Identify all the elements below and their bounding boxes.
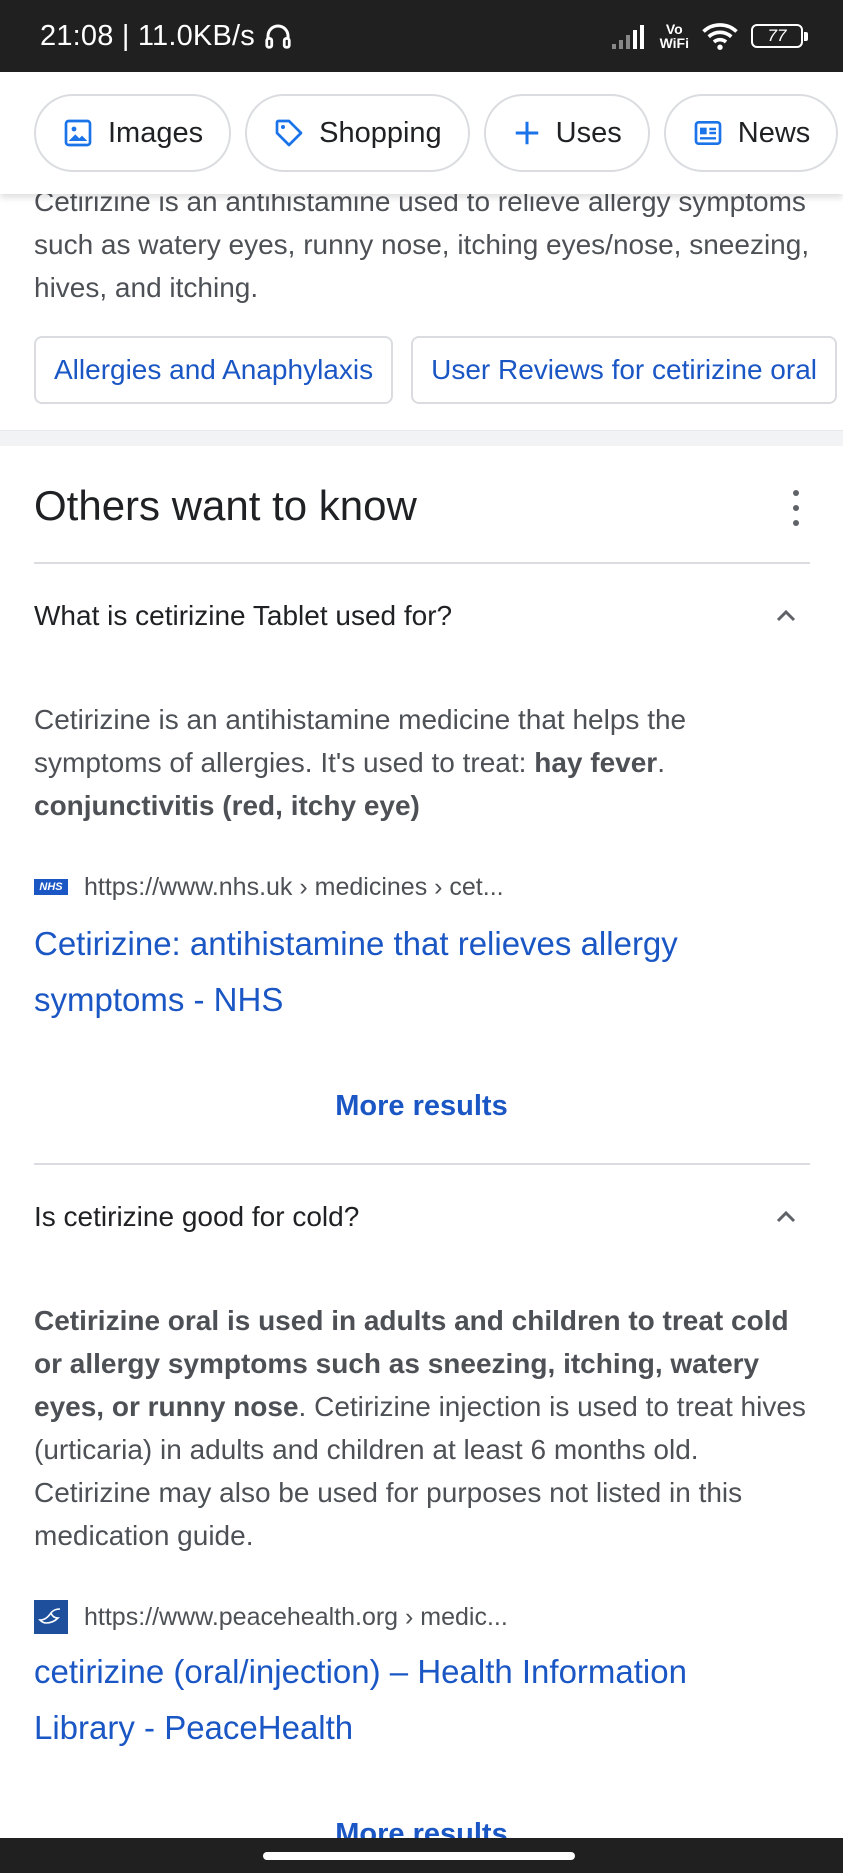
source-url: https://www.peacehealth.org › medic... (84, 1602, 508, 1631)
more-results-button[interactable]: More results (0, 1090, 843, 1123)
chip-images[interactable]: Images (34, 94, 232, 172)
question-text: Is cetirizine good for cold? (34, 1201, 360, 1232)
source-url: https://www.nhs.uk › medicines › cet... (84, 872, 504, 901)
search-filter-chips: Images Shopping Uses News (0, 72, 843, 194)
chip-news[interactable]: News (663, 94, 839, 172)
status-left: 21:08 | 11.0KB/s (40, 20, 293, 53)
question-text: What is cetirizine Tablet used for? (34, 600, 453, 631)
answer-bold: conjunctivitis (red, itchy eye) (34, 790, 420, 821)
battery-icon: 77 (751, 24, 808, 48)
result-title-link[interactable]: cetirizine (oral/injection) – Health Inf… (34, 1644, 774, 1756)
section-divider (0, 430, 843, 446)
source-row[interactable]: NHS https://www.nhs.uk › medicines › cet… (34, 870, 504, 904)
tag-icon (275, 119, 303, 147)
nhs-favicon-text: NHS (34, 879, 68, 895)
battery-level: 77 (767, 26, 787, 45)
chip-news-label: News (737, 116, 811, 149)
wifi-icon (702, 23, 738, 50)
link-chip-user-reviews[interactable]: User Reviews for cetirizine oral (411, 336, 837, 404)
source-row[interactable]: https://www.peacehealth.org › medic... (34, 1600, 508, 1634)
vowifi-bottom: WiFi (659, 35, 689, 51)
chevron-up-icon[interactable] (774, 1205, 798, 1229)
result-title-link[interactable]: Cetirizine: antihistamine that relieves … (34, 916, 774, 1028)
chevron-up-icon[interactable] (774, 604, 798, 628)
chip-uses[interactable]: Uses (483, 94, 650, 172)
question-row[interactable]: Is cetirizine good for cold? (34, 1165, 810, 1269)
link-chip-allergies[interactable]: Allergies and Anaphylaxis (34, 336, 394, 404)
answer-text: Cetirizine oral is used in adults and ch… (34, 1299, 814, 1557)
more-options-icon[interactable] (786, 490, 806, 526)
signal-icon (611, 25, 644, 49)
nhs-favicon-icon: NHS (34, 870, 68, 904)
answer-plain: . (657, 747, 665, 778)
status-right: Vo WiFi 77 (610, 21, 808, 51)
chip-uses-label: Uses (555, 116, 622, 149)
dove-icon (38, 1608, 61, 1624)
image-icon (64, 119, 92, 147)
chip-shopping[interactable]: Shopping (245, 94, 470, 172)
plus-icon (515, 121, 538, 145)
question-row[interactable]: What is cetirizine Tablet used for? (34, 564, 810, 668)
answer-bold: hay fever (534, 747, 658, 778)
answer-text: Cetirizine is an antihistamine medicine … (34, 698, 814, 827)
news-icon (694, 121, 722, 145)
headphones-icon (265, 24, 291, 49)
navigation-bar (0, 1838, 843, 1873)
status-bar: 21:08 | 11.0KB/s Vo WiFi 77 (0, 0, 843, 72)
vowifi-indicator: Vo WiFi (660, 22, 689, 50)
home-gesture-handle[interactable] (263, 1852, 575, 1860)
peacehealth-favicon-icon (34, 1600, 68, 1634)
related-link-chips: Allergies and Anaphylaxis User Reviews f… (34, 336, 837, 404)
others-want-to-know-title: Others want to know (34, 482, 417, 529)
chip-images-label: Images (108, 116, 204, 149)
status-time-speed: 21:08 | 11.0KB/s (40, 19, 255, 52)
vowifi-top: Vo (665, 21, 683, 37)
chip-shopping-label: Shopping (319, 116, 442, 149)
snippet-text: Cetirizine is an antihistamine used to r… (34, 186, 810, 303)
